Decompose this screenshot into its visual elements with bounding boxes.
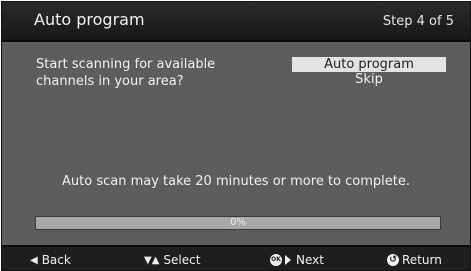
- footer-bar: ◀ Back ▼▲ Select OK Next ↺ Return: [2, 245, 470, 270]
- auto-program-screen: Auto program Step 4 of 5 Start scanning …: [1, 1, 471, 271]
- scan-prompt: Start scanning for available channels in…: [36, 57, 216, 89]
- title-bar: Auto program Step 4 of 5: [2, 2, 470, 42]
- scan-duration-note: Auto scan may take 20 minutes or more to…: [62, 174, 410, 189]
- progress-bar: 0%: [35, 216, 441, 230]
- right-triangle-icon: [285, 255, 291, 265]
- left-arrow-icon: ◀: [30, 254, 38, 266]
- select-label: Select: [163, 253, 201, 267]
- return-button[interactable]: ↺ Return: [387, 253, 442, 267]
- up-down-arrows-icon: ▼▲: [144, 254, 160, 266]
- menu-item-skip[interactable]: Skip: [292, 72, 446, 87]
- return-icon: ↺: [387, 254, 399, 266]
- menu-item-auto-program[interactable]: Auto program: [292, 57, 446, 72]
- next-label: Next: [296, 253, 324, 267]
- return-label: Return: [402, 253, 442, 267]
- select-button[interactable]: ▼▲ Select: [144, 253, 200, 267]
- option-menu: Auto program Skip: [292, 57, 446, 87]
- back-label: Back: [41, 253, 71, 267]
- step-indicator: Step 4 of 5: [382, 14, 454, 29]
- page-title: Auto program: [34, 10, 145, 29]
- back-button[interactable]: ◀ Back: [30, 253, 71, 267]
- progress-percent: 0%: [230, 217, 246, 228]
- ok-button-icon: OK: [270, 254, 282, 266]
- next-button[interactable]: OK Next: [270, 253, 324, 267]
